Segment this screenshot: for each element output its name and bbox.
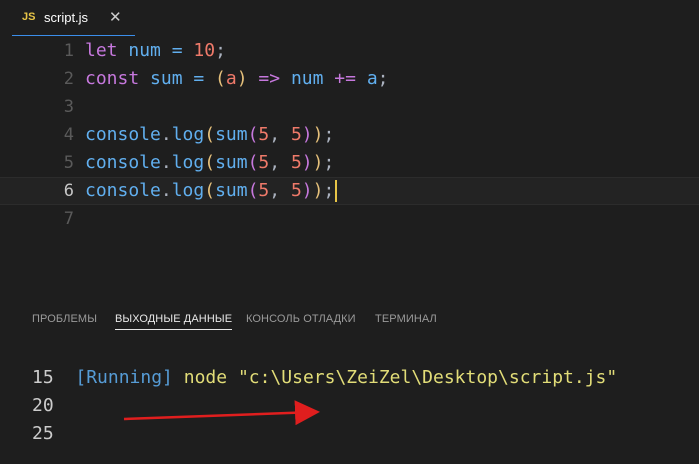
arrow-left-icon <box>123 400 320 426</box>
